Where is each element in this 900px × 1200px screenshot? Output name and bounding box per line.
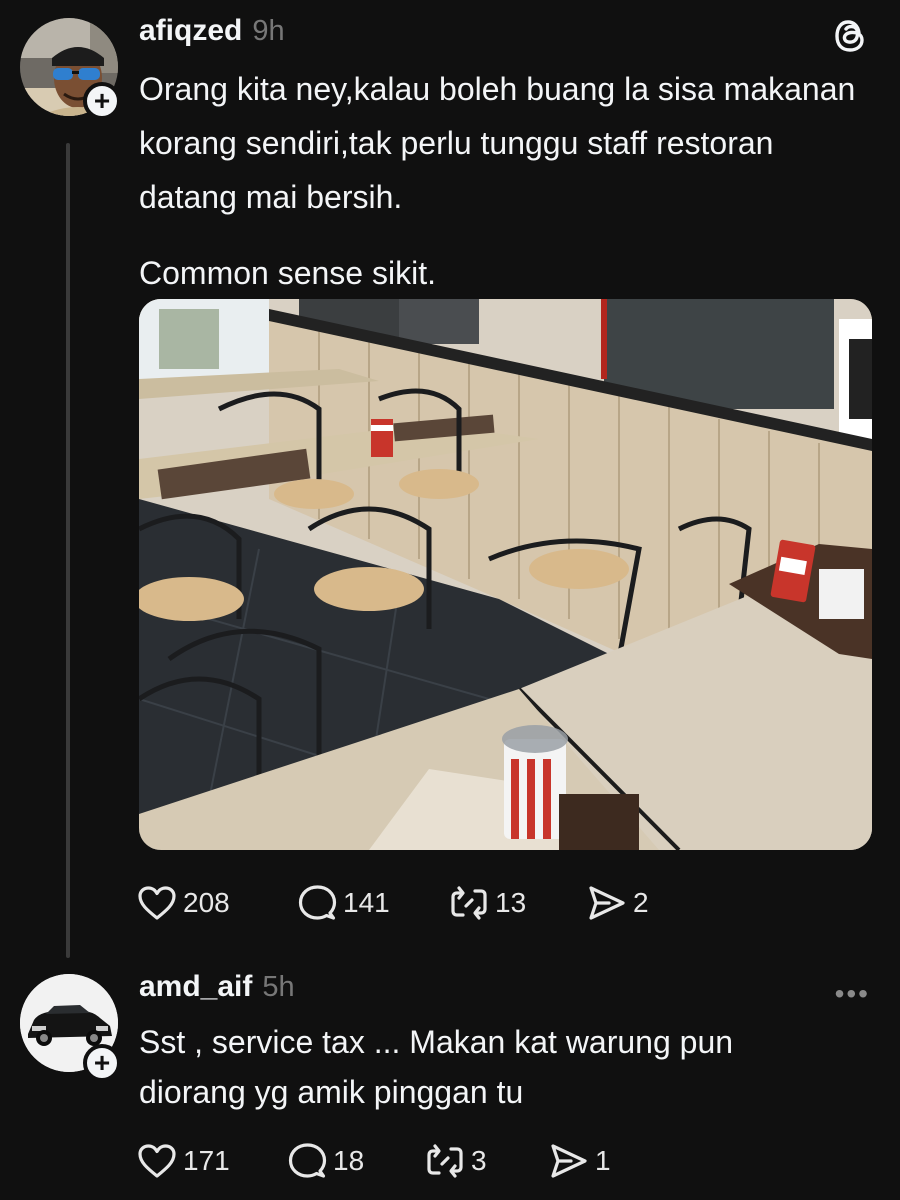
like-count: 208 bbox=[183, 887, 230, 918]
more-options-icon[interactable]: ••• bbox=[835, 978, 870, 1010]
restaurant-photo bbox=[139, 299, 872, 850]
post-paragraph: Orang kita ney,kalau boleh buang la sisa… bbox=[139, 71, 856, 215]
reply-button[interactable]: 141 bbox=[297, 884, 449, 922]
reply-line: Sst , service tax ... Makan kat warung p… bbox=[139, 1024, 734, 1060]
username[interactable]: amd_aif bbox=[139, 970, 252, 1004]
repost-button[interactable]: 13 bbox=[449, 884, 587, 922]
post-action-bar: 208 141 13 2 bbox=[137, 884, 687, 922]
post-paragraph: Common sense sikit. bbox=[139, 255, 436, 291]
threads-logo-icon[interactable] bbox=[832, 16, 868, 56]
repost-icon bbox=[427, 1144, 463, 1178]
share-button[interactable]: 1 bbox=[549, 1142, 649, 1180]
share-count: 2 bbox=[633, 887, 649, 918]
timestamp[interactable]: 5h bbox=[262, 971, 294, 1004]
reply-line: diorang yg amik pinggan tu bbox=[139, 1074, 524, 1110]
share-count: 1 bbox=[595, 1145, 611, 1176]
like-button[interactable]: 208 bbox=[137, 885, 297, 921]
heart-icon bbox=[138, 886, 176, 920]
like-button[interactable]: 171 bbox=[137, 1143, 287, 1179]
like-count: 171 bbox=[183, 1145, 230, 1176]
repost-count: 3 bbox=[471, 1145, 487, 1176]
repost-count: 13 bbox=[495, 887, 527, 918]
post-image[interactable] bbox=[139, 299, 872, 850]
follow-button[interactable]: + bbox=[83, 1044, 121, 1082]
reply-header: amd_aif 5h bbox=[139, 970, 295, 1004]
send-icon bbox=[551, 1144, 587, 1178]
repost-button[interactable]: 3 bbox=[425, 1142, 549, 1180]
post-text: Orang kita ney,kalau boleh buang la sisa… bbox=[139, 62, 879, 300]
post-header: afiqzed 9h bbox=[139, 14, 285, 48]
heart-icon bbox=[138, 1144, 176, 1178]
post: + afiqzed 9h Orang kita ney,kalau boleh … bbox=[0, 0, 900, 960]
reply-button[interactable]: 18 bbox=[287, 1142, 425, 1180]
timestamp[interactable]: 9h bbox=[252, 15, 284, 48]
repost-icon bbox=[451, 886, 487, 920]
reply-post: + amd_aif 5h ••• Sst , service tax ... M… bbox=[0, 960, 900, 1200]
comment-icon bbox=[288, 1143, 327, 1178]
follow-button[interactable]: + bbox=[83, 82, 121, 120]
comment-icon bbox=[298, 885, 337, 920]
thread-connector-line bbox=[66, 143, 70, 958]
reply-action-bar: 171 18 3 1 bbox=[137, 1142, 649, 1180]
send-icon bbox=[589, 886, 625, 920]
reply-count: 141 bbox=[343, 887, 390, 918]
reply-count: 18 bbox=[333, 1145, 365, 1176]
username[interactable]: afiqzed bbox=[139, 14, 242, 48]
reply-text: Sst , service tax ... Makan kat warung p… bbox=[139, 1017, 879, 1117]
share-button[interactable]: 2 bbox=[587, 884, 687, 922]
